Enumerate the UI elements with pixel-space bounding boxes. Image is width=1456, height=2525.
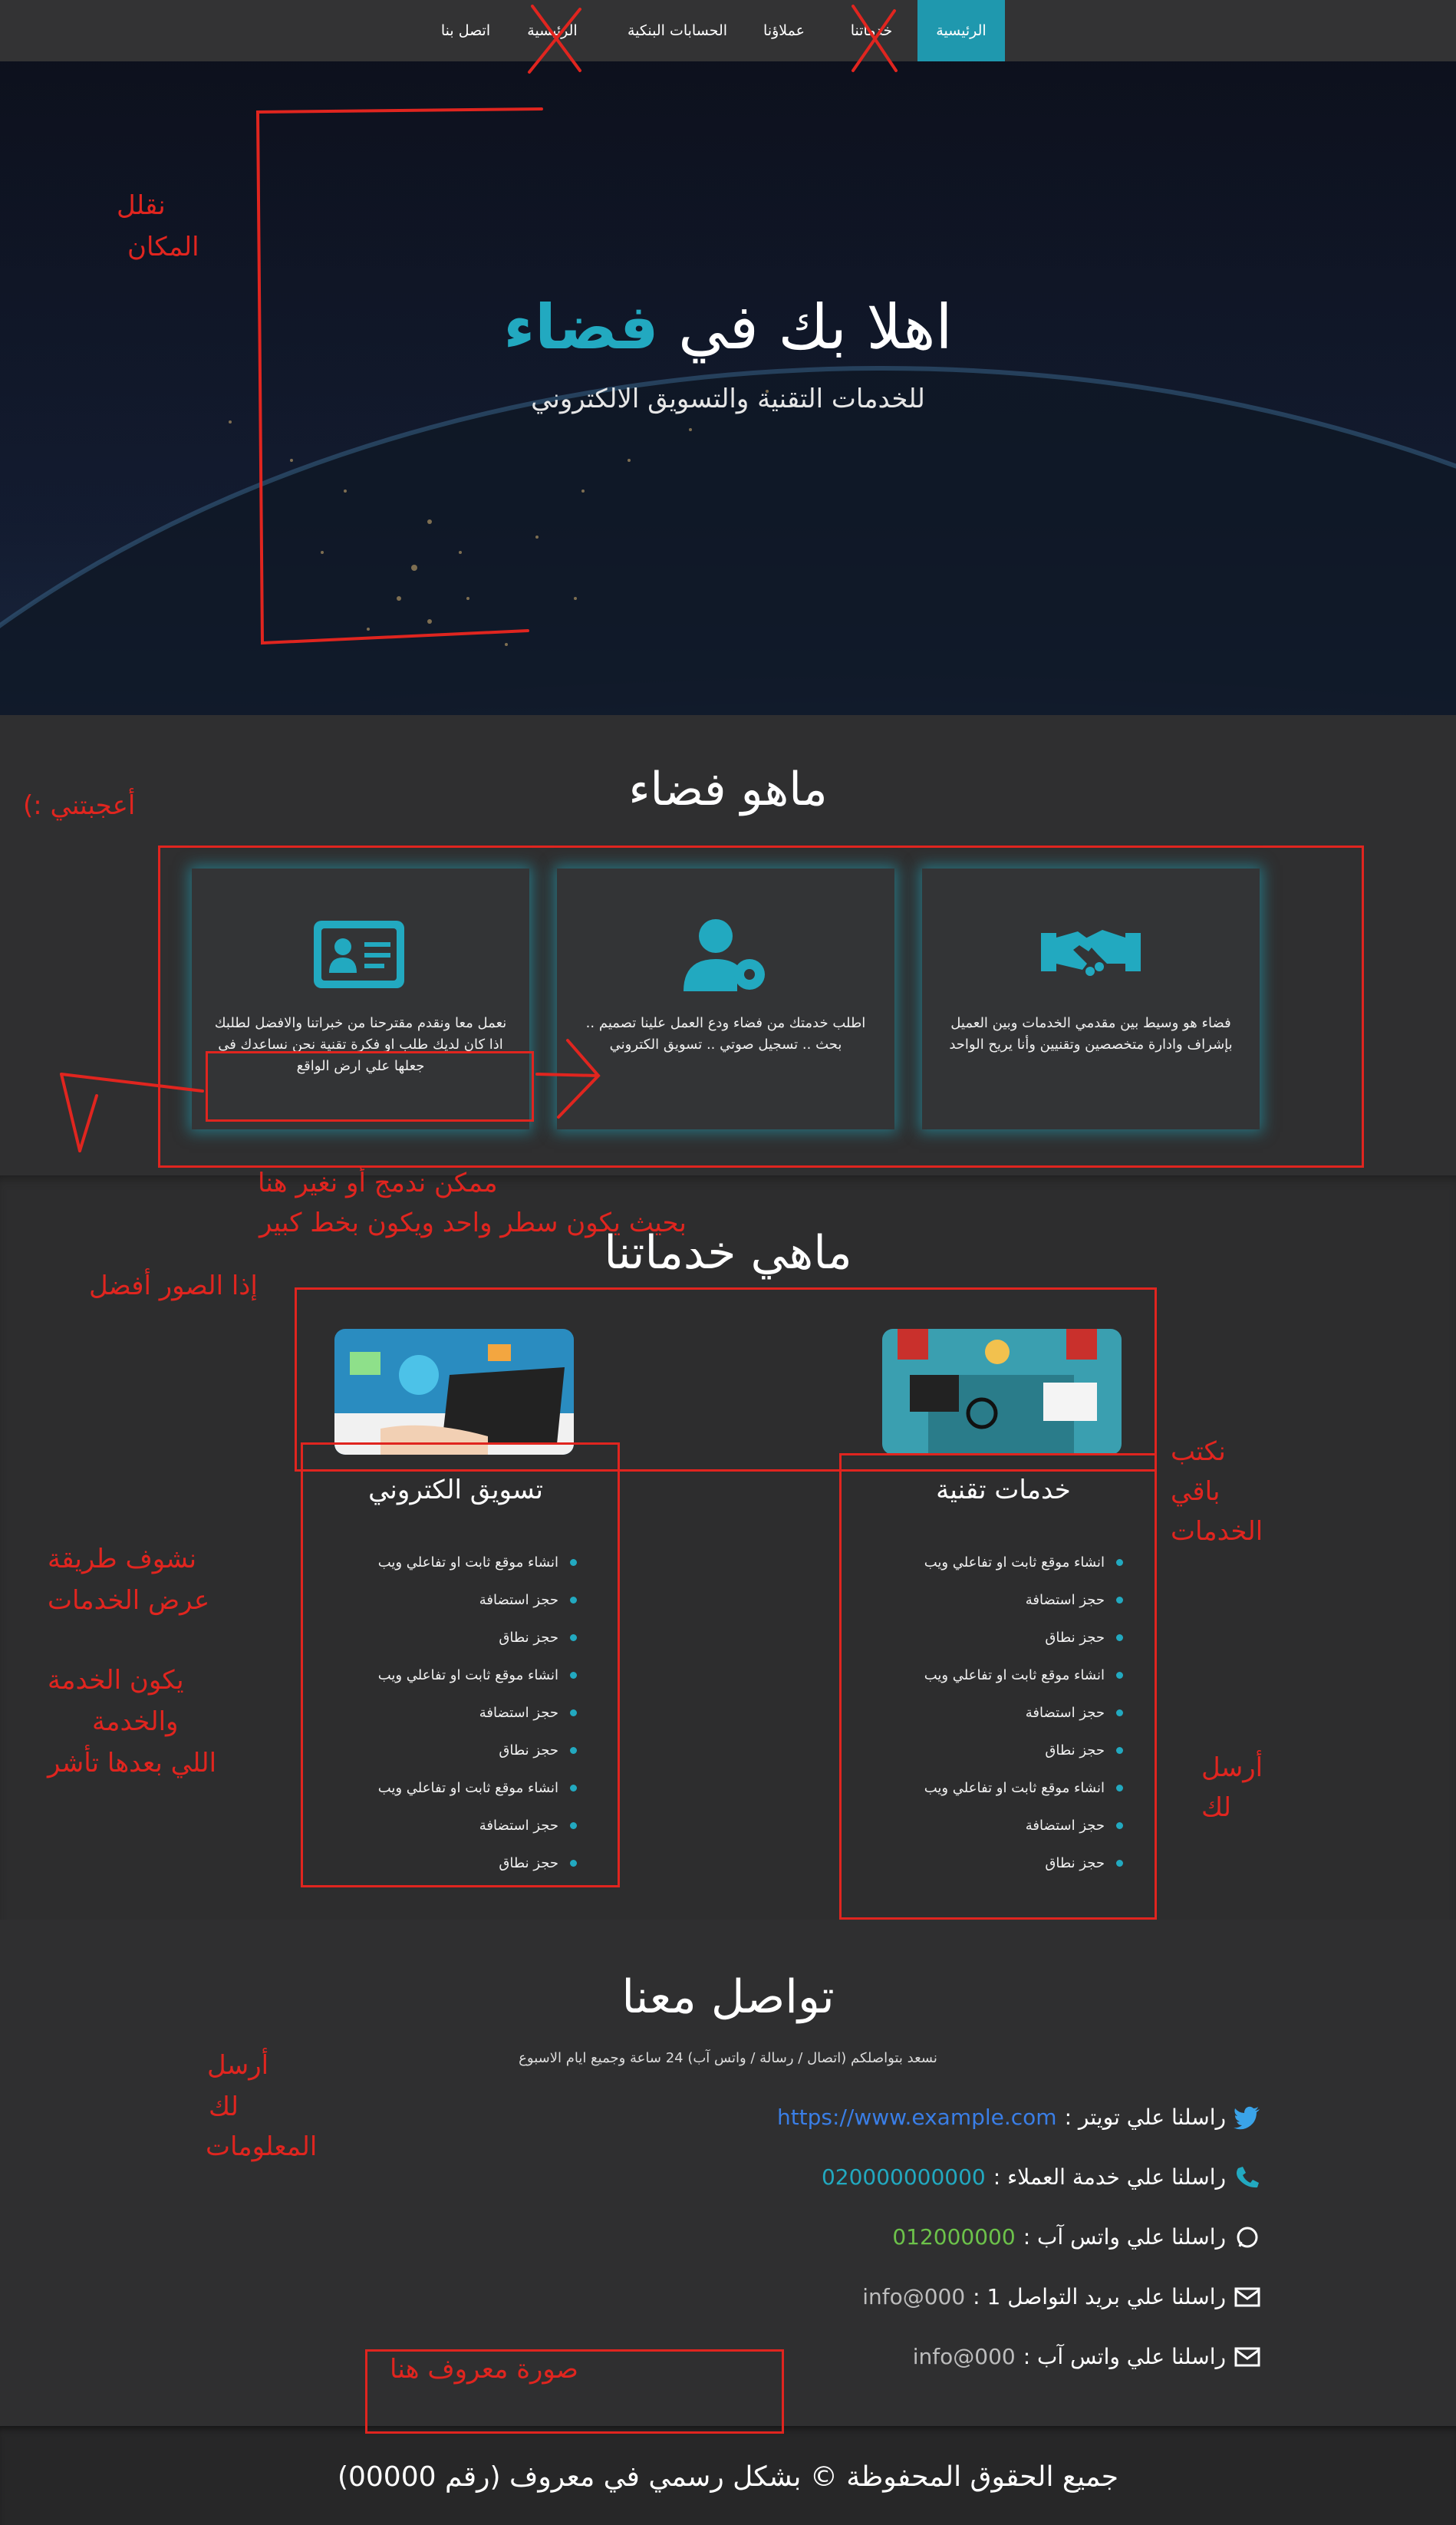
annotation-note: ممكن ندمج أو نغير هنا — [258, 1168, 498, 1198]
annotation-note: المعلومات — [206, 2131, 318, 2162]
annotation-note: نشوف طريقة — [48, 1544, 197, 1574]
footer-copyright: جميع الحقوق المحفوظة © بشكل رسمي في معرو… — [337, 2461, 1119, 2493]
contact-row-whatsapp: راسلنا علي واتس آب : 012000000 — [892, 2222, 1261, 2253]
phone-icon — [1237, 2167, 1259, 2188]
footer: جميع الحقوق المحفوظة © بشكل رسمي في معرو… — [0, 2426, 1456, 2525]
contact-row-email: راسلنا علي بريد التواصل 1 : info@000 — [862, 2282, 1261, 2312]
annotation-note: والخدمة — [92, 1706, 179, 1737]
contact-row-twitter: راسلنا علي تويتر : https://www.example.c… — [777, 2102, 1261, 2133]
nav-item-home-secondary[interactable]: الرئيسية — [514, 0, 591, 61]
annotation-note: نقلل — [117, 190, 166, 221]
annotation-note: لك — [1201, 1792, 1232, 1823]
annotation-note: أرسل — [207, 2050, 269, 2081]
annotation-note: بحيث يكون سطر واحد ويكون بخط كبير — [259, 1208, 687, 1238]
contact-label: راسلنا علي بريد التواصل 1 : — [973, 2284, 1226, 2309]
nav-item-services[interactable]: خدماتنا — [833, 0, 910, 61]
annotation-box-list-right — [839, 1453, 1157, 1920]
contact-label: راسلنا علي خدمة العملاء : — [993, 2164, 1226, 2190]
contact-label: راسلنا علي تويتر : — [1064, 2105, 1226, 2130]
about-title: ماهو فضاء — [628, 763, 828, 816]
annotation-box-card-text — [206, 1051, 534, 1122]
email-address[interactable]: info@000 — [913, 2342, 1016, 2372]
annotation-note: أرسل — [1201, 1752, 1263, 1783]
customer-service-number[interactable]: 020000000000 — [822, 2162, 986, 2193]
annotation-note: عرض الخدمات — [48, 1585, 210, 1616]
annotation-note: يكون الخدمة — [48, 1665, 184, 1696]
hero-subtitle: للخدمات التقنية والتسويق الالكتروني — [531, 384, 925, 414]
annotation-box-list-left — [301, 1442, 620, 1887]
annotation-note: لك — [209, 2092, 239, 2122]
twitter-link[interactable]: https://www.example.com — [777, 2102, 1057, 2133]
envelope-icon — [1234, 2287, 1260, 2307]
top-navbar: الرئيسية خدماتنا عملاؤنا الحسابات البنكي… — [0, 0, 1456, 61]
annotation-note: صورة معروف هنا — [390, 2354, 578, 2385]
whatsapp-number[interactable]: 012000000 — [892, 2222, 1015, 2253]
nav-item-bank-accounts[interactable]: الحسابات البنكية — [620, 0, 735, 61]
contact-title: تواصل معنا — [621, 1970, 835, 2024]
annotation-note: اللي بعدها تأشر — [48, 1748, 217, 1778]
nav-item-clients[interactable]: عملاؤنا — [746, 0, 822, 61]
nav-item-home[interactable]: الرئيسية — [917, 0, 1005, 61]
nav-item-contact[interactable]: اتصل بنا — [423, 0, 508, 61]
hero-section: اهلا بك في فضاء للخدمات التقنية والتسويق… — [0, 61, 1456, 715]
contact-label: راسلنا علي واتس آب : — [1023, 2344, 1226, 2369]
annotation-note: الخدمات — [1171, 1516, 1263, 1547]
annotation-note: باقي — [1171, 1476, 1220, 1507]
email-address[interactable]: info@000 — [862, 2282, 965, 2312]
hero-title-accent: فضاء — [503, 292, 659, 363]
annotation-note: إذا الصور أفضل — [89, 1271, 258, 1301]
annotation-note: أعجبتني :) — [23, 790, 136, 821]
envelope-icon — [1234, 2347, 1260, 2367]
hero-title: اهلا بك في فضاء — [503, 292, 953, 363]
whatsapp-icon — [1237, 2227, 1258, 2248]
contact-label: راسلنا علي واتس آب : — [1023, 2224, 1226, 2250]
annotation-note: نكتب — [1171, 1436, 1226, 1467]
contact-row-email-2: راسلنا علي واتس آب : info@000 — [913, 2342, 1261, 2372]
contact-row-phone: راسلنا علي خدمة العملاء : 020000000000 — [822, 2162, 1261, 2193]
annotation-note: المكان — [127, 232, 199, 262]
twitter-icon — [1234, 2106, 1260, 2130]
